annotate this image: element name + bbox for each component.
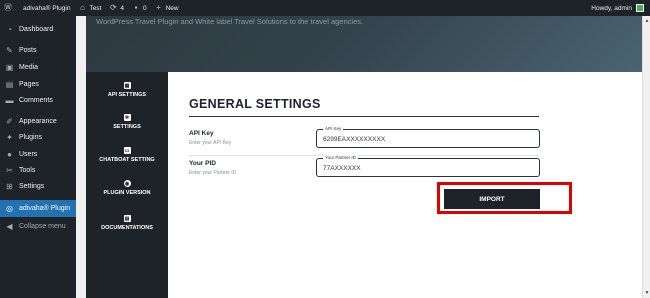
sidebar-item-media[interactable]: ▣ Media [0, 59, 76, 75]
comment-icon: ▬ [5, 95, 14, 105]
sidebar-item-label: Media [19, 63, 39, 71]
adminbar-new[interactable]: + New [151, 0, 183, 16]
home-icon: ⌂ [80, 3, 85, 12]
scroll-up-icon[interactable]: ▲ [644, 18, 650, 24]
adminbar-updates[interactable]: ⟳ 4 [105, 0, 128, 16]
pid-label: Your PID [189, 160, 216, 167]
sidebar-item-tools[interactable]: ✂ Tools [0, 162, 76, 178]
sidebar-item-label: Collapse menu [19, 222, 66, 230]
adminbar-comments[interactable]: ▪ 0 [128, 0, 151, 16]
tab-label: DOCUMENTATIONS [101, 225, 153, 231]
gauge-icon: ◔ [7, 24, 12, 34]
collapse-menu-button[interactable]: ◀ Collapse menu [0, 218, 76, 234]
scrollbar[interactable]: ▲ ▼ [642, 16, 650, 298]
adminbar-site-name[interactable]: adivaha® Plugin [19, 0, 74, 16]
sidebar-item-label: Comments [19, 96, 53, 104]
adivaha-icon: ◎ [6, 204, 13, 213]
wrench-icon: ✂ [6, 165, 13, 175]
import-button[interactable]: IMPORT [444, 189, 540, 209]
grid-icon: ▦ [123, 82, 131, 89]
chat-icon: ▭ [123, 147, 131, 154]
api-key-field[interactable]: API Key [316, 126, 540, 148]
tab-label: PLUGIN VERSION [103, 190, 151, 196]
row-divider [189, 155, 539, 156]
adminbar-account[interactable]: Howdy, admin [591, 0, 650, 16]
comment-bubble-icon: ▪ [134, 3, 138, 12]
plug-icon: ✦ [6, 132, 13, 142]
sidebar-item-comments[interactable]: ▬ Comments [0, 92, 76, 108]
visit-site-label: Test [89, 4, 102, 12]
tab-label: API SETTINGS [107, 92, 147, 98]
comments-count: 0 [142, 4, 147, 12]
avatar [636, 4, 644, 12]
new-label: New [165, 4, 179, 12]
pid-input[interactable] [323, 164, 533, 173]
updates-icon: ⟳ [110, 3, 117, 12]
api-key-label: API Key [189, 130, 214, 137]
sidebar-item-label: Posts [19, 46, 37, 54]
sidebar-item-label: Plugins [19, 133, 42, 141]
tab-api-settings[interactable]: ▦ API SETTINGS [86, 75, 168, 105]
settings-panel: GENERAL SETTINGS API Key Enter your API … [168, 72, 642, 298]
pid-field[interactable]: Your Partner ID [316, 155, 540, 177]
user-icon: ● [7, 149, 12, 159]
scroll-down-icon[interactable]: ▼ [644, 290, 650, 296]
sidebar-item-dashboard[interactable]: ◔ Dashboard [0, 21, 76, 37]
pin-icon: ✎ [6, 45, 13, 55]
sidebar-item-posts[interactable]: ✎ Posts [0, 42, 76, 58]
plugin-tabs: ▦ API SETTINGS ✻ SETTINGS ▭ CHATBOAT SET… [86, 72, 168, 298]
tab-settings[interactable]: ✻ SETTINGS [86, 107, 168, 137]
adminbar-visit-site[interactable]: ⌂ Test [74, 0, 105, 16]
sidebar-item-label: Pages [19, 80, 39, 88]
updates-count: 4 [120, 4, 124, 12]
howdy-label: Howdy, admin [591, 4, 632, 12]
pid-legend: Your Partner ID [323, 155, 358, 160]
plugin-banner: WordPress Travel Plugin and White label … [86, 16, 642, 72]
tab-label: SETTINGS [113, 124, 141, 130]
sidebar-item-label: adivaha® Plugin [19, 205, 71, 212]
page-icon: ▤ [5, 79, 14, 89]
sidebar-item-appearance[interactable]: ✐ Appearance [0, 113, 76, 129]
sidebar-item-plugins[interactable]: ✦ Plugins [0, 129, 76, 145]
media-icon: ▣ [5, 62, 14, 72]
sidebar-item-label: Tools [19, 166, 36, 174]
document-icon: ▤ [123, 215, 131, 222]
sidebar-item-pages[interactable]: ▤ Pages [0, 76, 76, 92]
page-title: GENERAL SETTINGS [189, 97, 321, 111]
gear-icon: ✻ [123, 114, 131, 121]
version-icon: ◉ [123, 180, 131, 187]
settings-icon: ⊞ [6, 181, 13, 191]
sidebar-item-label: Appearance [19, 117, 57, 125]
site-name-label: adivaha® Plugin [23, 4, 71, 12]
heading-divider [189, 116, 539, 117]
banner-tagline: WordPress Travel Plugin and White label … [96, 17, 364, 26]
sidebar-item-settings[interactable]: ⊞ Settings [0, 178, 76, 194]
sidebar-item-label: Settings [19, 182, 45, 190]
wordpress-logo[interactable]: Ⓦ [0, 0, 19, 16]
tab-plugin-version[interactable]: ◉ PLUGIN VERSION [86, 173, 168, 203]
sidebar-item-label: Dashboard [19, 25, 54, 33]
wordpress-icon: Ⓦ [4, 3, 12, 12]
collapse-icon: ◀ [6, 221, 13, 231]
import-highlight: IMPORT [437, 182, 572, 214]
sidebar-item-users[interactable]: ● Users [0, 146, 76, 162]
sidebar-item-label: Users [19, 150, 38, 158]
plus-icon: + [156, 3, 161, 12]
tab-chatboat-setting[interactable]: ▭ CHATBOAT SETTING [86, 140, 168, 170]
brush-icon: ✐ [6, 116, 13, 126]
api-key-input[interactable] [323, 135, 533, 144]
admin-sidebar: ◔ Dashboard ✎ Posts ▣ Media ▤ Pages ▬ Comment… [0, 16, 76, 298]
tab-label: CHATBOAT SETTING [99, 157, 155, 163]
admin-bar: Ⓦ adivaha® Plugin ⌂ Test ⟳ 4 ▪ 0 + New Howdy… [0, 0, 650, 16]
pid-hint: Enter your Partner ID [189, 170, 237, 176]
sidebar-item-adivaha[interactable]: ◎ adivaha® Plugin [0, 200, 76, 217]
api-key-legend: API Key [323, 126, 344, 131]
tab-documentations[interactable]: ▤ DOCUMENTATIONS [86, 208, 168, 238]
api-key-hint: Enter your API Key [189, 140, 232, 146]
